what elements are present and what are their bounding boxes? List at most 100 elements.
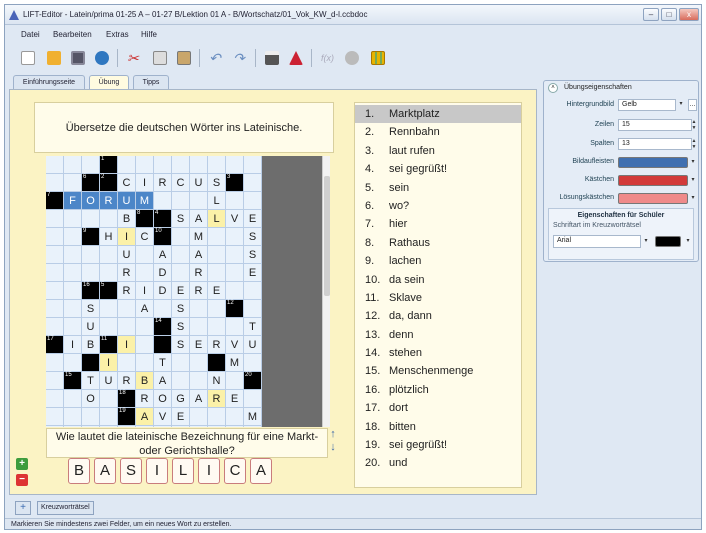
answer-box[interactable]: S: [120, 458, 142, 484]
grid-cell[interactable]: [136, 336, 154, 354]
tab-tipps[interactable]: Tipps: [133, 75, 169, 89]
grid-cell[interactable]: U: [244, 336, 262, 354]
answer-box[interactable]: A: [94, 458, 116, 484]
open-icon[interactable]: [43, 47, 65, 69]
grid-cell[interactable]: R: [208, 336, 226, 354]
menu-extras[interactable]: Extras: [106, 30, 129, 39]
grid-cell[interactable]: L: [208, 210, 226, 228]
arrow-up-icon[interactable]: ↑: [328, 428, 338, 441]
maximize-button[interactable]: □: [661, 8, 677, 21]
list-item[interactable]: 3. laut rufen: [355, 142, 521, 160]
grid-cell[interactable]: [64, 246, 82, 264]
grid-cell[interactable]: [64, 354, 82, 372]
list-item[interactable]: 2. Rennbahn: [355, 123, 521, 141]
grid-cell[interactable]: S: [244, 246, 262, 264]
grid-cell[interactable]: [64, 210, 82, 228]
close-button[interactable]: x: [679, 8, 699, 21]
tab-einfuehrungsseite[interactable]: Einführungsseite: [13, 75, 85, 89]
grid-cell[interactable]: C: [172, 174, 190, 192]
grid-cell[interactable]: [46, 300, 64, 318]
grid-cell[interactable]: [226, 318, 244, 336]
grid-cell[interactable]: S: [172, 300, 190, 318]
chevron-down-icon[interactable]: ▾: [683, 236, 693, 247]
print-icon[interactable]: [261, 47, 283, 69]
save-icon[interactable]: [67, 47, 89, 69]
grid-cell[interactable]: [46, 156, 64, 174]
grid-cell[interactable]: A: [154, 372, 172, 390]
tab-kreuzwortraetsel[interactable]: Kreuzworträtsel: [37, 501, 94, 515]
grid-cell[interactable]: E: [172, 282, 190, 300]
list-item[interactable]: 5. sein: [355, 179, 521, 197]
cut-icon[interactable]: ✂: [123, 47, 145, 69]
grid-cell[interactable]: [226, 282, 244, 300]
arrow-down-icon[interactable]: ↓: [328, 441, 338, 454]
copy-icon[interactable]: [149, 47, 171, 69]
minimize-button[interactable]: –: [643, 8, 659, 21]
grid-number-cell[interactable]: 14: [154, 318, 172, 336]
chevron-down-icon[interactable]: ▾: [688, 175, 698, 186]
grid-cell[interactable]: R: [100, 192, 118, 210]
grid-cell[interactable]: [64, 174, 82, 192]
grid-cell[interactable]: R: [118, 282, 136, 300]
grid-cell[interactable]: [208, 156, 226, 174]
grid-cell[interactable]: [82, 264, 100, 282]
grid-cell[interactable]: M: [244, 408, 262, 426]
grid-cell[interactable]: [100, 426, 118, 427]
grid-cell[interactable]: [100, 390, 118, 408]
grid-cell[interactable]: [154, 426, 172, 427]
paste-icon[interactable]: [173, 47, 195, 69]
tool-icon[interactable]: [341, 47, 363, 69]
grid-number-cell[interactable]: 7: [46, 192, 64, 210]
grid-cell[interactable]: [136, 264, 154, 282]
cols-input[interactable]: 13: [618, 138, 692, 150]
grid-cell[interactable]: [82, 246, 100, 264]
grid-cell[interactable]: B: [136, 372, 154, 390]
grid-cell[interactable]: T: [154, 354, 172, 372]
menu-datei[interactable]: Datei: [21, 30, 40, 39]
grid-cell[interactable]: I: [64, 336, 82, 354]
list-item[interactable]: 6. wo?: [355, 197, 521, 215]
add-icon[interactable]: +: [16, 458, 28, 470]
grid-cell[interactable]: A: [190, 210, 208, 228]
grid-cell[interactable]: [244, 300, 262, 318]
chevron-down-icon[interactable]: ▾: [676, 99, 686, 110]
grid-cell[interactable]: [208, 318, 226, 336]
grid-cell[interactable]: [82, 156, 100, 174]
grid-cell[interactable]: R: [118, 372, 136, 390]
grid-cell[interactable]: [100, 264, 118, 282]
grid-cell[interactable]: U: [82, 318, 100, 336]
grid-cell[interactable]: V: [154, 408, 172, 426]
grid-cell[interactable]: [190, 354, 208, 372]
list-item[interactable]: 4. sei gegrüßt!: [355, 160, 521, 178]
list-item[interactable]: 1. Marktplatz: [355, 105, 521, 124]
grid-cell[interactable]: E: [244, 210, 262, 228]
grid-number-cell[interactable]: 17: [46, 336, 64, 354]
grid-cell[interactable]: [46, 282, 64, 300]
grid-cell[interactable]: [46, 228, 64, 246]
grid-cell[interactable]: A: [136, 300, 154, 318]
grid-cell[interactable]: [64, 156, 82, 174]
grid-cell[interactable]: L: [208, 192, 226, 210]
grid-cell[interactable]: I: [118, 336, 136, 354]
grid-cell[interactable]: [208, 246, 226, 264]
grid-cell[interactable]: M: [190, 228, 208, 246]
font-select[interactable]: Arial: [553, 235, 641, 248]
grid-cell[interactable]: [82, 408, 100, 426]
grid-cell[interactable]: [100, 210, 118, 228]
list-item[interactable]: 7. hier: [355, 215, 521, 233]
grid-cell[interactable]: I: [100, 354, 118, 372]
grid-cell[interactable]: [172, 228, 190, 246]
grid-cell[interactable]: E: [208, 282, 226, 300]
grid-cell[interactable]: M: [226, 354, 244, 372]
grid-cell[interactable]: C: [136, 228, 154, 246]
grid-cell[interactable]: [226, 408, 244, 426]
grid-cell[interactable]: U: [190, 174, 208, 192]
collapse-icon[interactable]: ˄: [548, 83, 558, 93]
grid-cell[interactable]: [82, 210, 100, 228]
grid-cell[interactable]: U: [118, 246, 136, 264]
grid-cell[interactable]: E: [172, 408, 190, 426]
tab-uebung[interactable]: Übung: [89, 75, 129, 90]
list-item[interactable]: 15. Menschenmenge: [355, 362, 521, 380]
answer-box[interactable]: A: [250, 458, 272, 484]
add-page-icon[interactable]: +: [15, 501, 31, 515]
